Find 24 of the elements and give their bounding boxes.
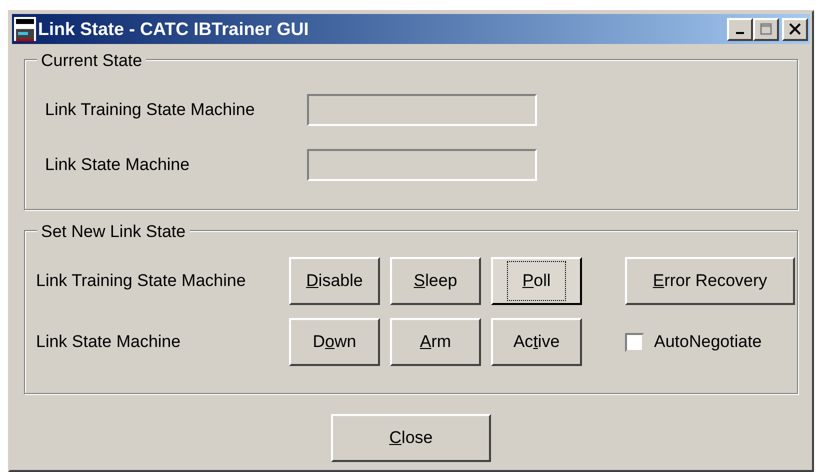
- button[interactable]: Error Recovery: [625, 257, 795, 305]
- field-label: Link Training State Machine: [45, 99, 256, 122]
- checkbox-label: AutoNegotiate: [654, 331, 762, 354]
- row-label: Link Training State Machine: [36, 270, 247, 292]
- button[interactable]: Down: [289, 318, 380, 366]
- button[interactable]: Arm: [390, 318, 481, 366]
- button[interactable]: Active: [491, 318, 582, 366]
- app-icon: [14, 17, 36, 41]
- minimize-icon: [736, 32, 744, 34]
- window-title: Link State - CATC IBTrainer GUI: [38, 18, 310, 40]
- button[interactable]: Poll: [491, 257, 582, 305]
- text-field[interactable]: [307, 149, 537, 181]
- close-button[interactable]: [782, 18, 808, 40]
- checkbox[interactable]: [625, 332, 644, 352]
- text-field[interactable]: [307, 94, 537, 126]
- button[interactable]: Sleep: [390, 257, 481, 305]
- maximize-button[interactable]: [753, 18, 779, 40]
- field-label: Link State Machine: [45, 154, 191, 176]
- close-icon: [788, 23, 802, 35]
- button[interactable]: Disable: [289, 257, 380, 305]
- minimize-button[interactable]: [727, 18, 753, 40]
- row-label: Link State Machine: [36, 331, 182, 354]
- button[interactable]: Close: [331, 414, 491, 462]
- maximize-icon: [759, 23, 773, 35]
